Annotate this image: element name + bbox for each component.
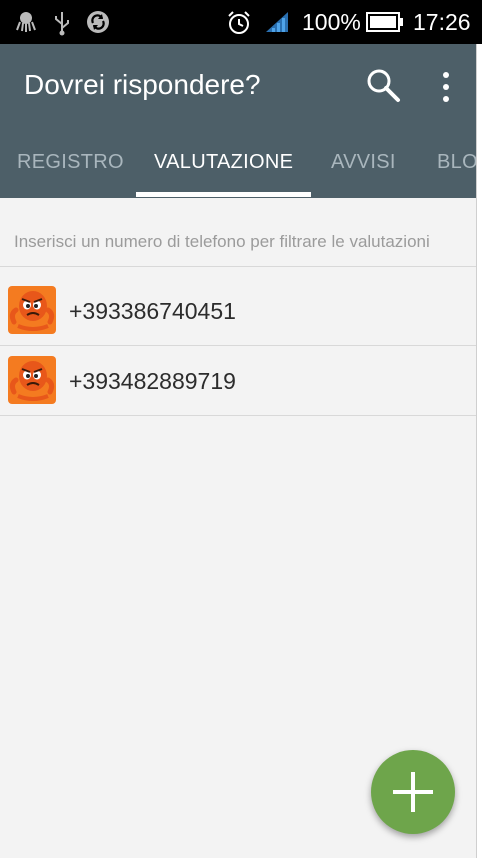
tab-indicator <box>136 192 311 197</box>
alarm-icon <box>228 11 250 34</box>
page-title: Dovrei rispondere? <box>24 69 261 100</box>
scroll-edge <box>476 44 482 858</box>
filter-field[interactable]: Inserisci un numero di telefono per filt… <box>0 198 476 267</box>
filter-placeholder: Inserisci un numero di telefono per filt… <box>14 232 430 251</box>
phone-number: +393482889719 <box>69 368 236 394</box>
octopus-icon <box>16 12 36 32</box>
orange-octopus-icon <box>8 356 56 404</box>
search-icon[interactable] <box>364 66 404 106</box>
plus-icon <box>393 772 433 812</box>
tab-avvisi[interactable]: AVVISI <box>331 148 396 198</box>
more-vert-icon[interactable] <box>434 68 458 106</box>
battery-percent: 100% <box>302 9 361 35</box>
orange-octopus-icon <box>8 286 56 334</box>
add-rating-button[interactable] <box>371 750 455 834</box>
sync-icon <box>87 11 109 33</box>
battery-icon <box>366 12 403 32</box>
usb-icon <box>55 12 69 36</box>
app-bar: Dovrei rispondere? REGISTRO VALUTAZIONE … <box>0 44 482 198</box>
list-item[interactable]: +393482889719 <box>0 346 476 416</box>
phone-number: +393386740451 <box>69 298 236 324</box>
list-item[interactable]: +393386740451 <box>0 267 476 346</box>
status-bar: 100% 17:26 <box>0 0 482 44</box>
clock: 17:26 <box>413 9 471 35</box>
tab-valutazione[interactable]: VALUTAZIONE <box>154 148 293 198</box>
signal-icon <box>266 12 288 32</box>
tab-registro[interactable]: REGISTRO <box>17 148 124 198</box>
